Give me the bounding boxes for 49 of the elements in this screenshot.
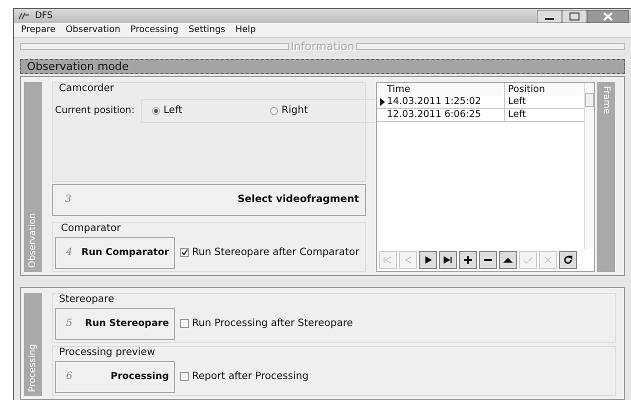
run-button[interactable]: 5 Run Stereopare (55, 308, 175, 340)
menu-item[interactable]: Help (230, 24, 261, 35)
run-button[interactable]: 6 Processing (55, 360, 175, 393)
refresh-icon (561, 252, 575, 267)
menu-item[interactable]: Processing (125, 24, 184, 35)
group-title: Camcorder (58, 82, 116, 96)
table-cell-text: Left (507, 109, 527, 120)
checkbox[interactable] (180, 372, 189, 382)
column-header[interactable]: Time (387, 82, 505, 96)
group-title: Stereopare (58, 294, 116, 307)
window-title: DFS (35, 11, 53, 22)
radio-option[interactable]: Left (142, 105, 260, 116)
checkbox[interactable] (180, 319, 189, 328)
minimize-button[interactable] (537, 10, 562, 23)
navigator-button[interactable] (479, 250, 497, 269)
group-title: Processing preview (58, 346, 156, 360)
navigator-button[interactable] (499, 250, 517, 269)
step-number: 4 (66, 247, 72, 258)
table-cell: 12.03.2011 6:06:25 (387, 108, 505, 121)
column-header[interactable]: Position (505, 84, 584, 95)
navigator-button[interactable] (419, 250, 437, 269)
scrollbar[interactable] (584, 82, 594, 249)
radio-option[interactable]: Right (260, 105, 378, 116)
section-title: Information (290, 40, 356, 54)
step-number: 5 (66, 318, 72, 330)
step-number: 3 (65, 194, 72, 206)
navigator-button[interactable] (439, 250, 457, 269)
menu-item[interactable]: Observation (60, 24, 126, 35)
select-videofragment-button[interactable]: 3 Select videofragment (52, 184, 366, 216)
table-cell: 14.03.2011 1:25:02 (387, 96, 505, 108)
group-title: Comparator (60, 222, 122, 236)
step-number: 6 (66, 371, 72, 382)
radio-icon[interactable] (270, 106, 278, 115)
navigator-button[interactable] (459, 250, 477, 269)
close-button[interactable] (587, 10, 629, 23)
mode-header: Observation mode (20, 58, 625, 74)
menu-item[interactable]: Settings (183, 24, 230, 35)
navigator-button[interactable] (559, 250, 577, 269)
radio-icon[interactable] (152, 106, 160, 115)
field-label: Current position: (54, 105, 136, 116)
checkbox[interactable] (180, 248, 189, 258)
option-label: Right (282, 105, 308, 116)
maximize-button[interactable] (562, 10, 587, 23)
option-label: Left (164, 105, 182, 116)
minus-icon (481, 258, 495, 262)
run-button[interactable]: 4 Run Comparator (55, 236, 175, 269)
table-cell-text: Left (507, 96, 527, 108)
app-icon (18, 12, 30, 20)
menu-item[interactable]: Prepare (16, 24, 61, 35)
